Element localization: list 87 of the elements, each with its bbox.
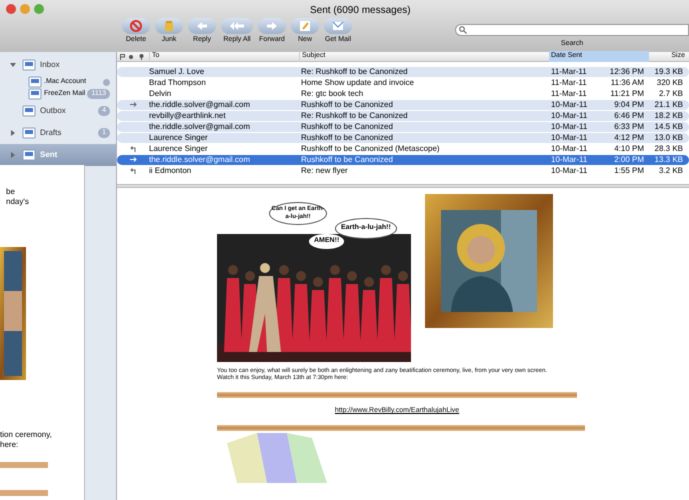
- date-cell-text: 11-Mar-11: [550, 76, 588, 89]
- time-cell-text: 9:04 PM: [613, 98, 644, 111]
- junk-bag-icon: [163, 20, 175, 32]
- time-cell-text: 2:00 PM: [613, 154, 644, 166]
- subject-cell-text: Home Show update and invoice: [300, 76, 415, 89]
- time-cell-text: 6:33 PM: [613, 120, 644, 133]
- size-cell-text: 21.1 KB: [654, 98, 684, 111]
- disclosure-triangle-icon[interactable]: [10, 62, 16, 68]
- search-field[interactable]: [455, 24, 689, 36]
- folder-icon: [22, 148, 36, 162]
- pencil-note-icon: [299, 20, 311, 32]
- size-cell-text: 18.2 KB: [654, 110, 684, 122]
- window-title: Sent (6090 messages): [310, 4, 411, 18]
- subject-cell-text: Re: new flyer: [300, 164, 349, 177]
- message-row[interactable]: Laurence Singer Rushkoff to be Canonized 10-Mar-11 4:12 PM 13.0 KB: [117, 132, 689, 143]
- time-cell-text: 11:21 PM: [609, 88, 644, 100]
- subject-cell-text: Re: Rushkoff to be Canonized: [300, 110, 409, 122]
- close-button[interactable]: [6, 4, 16, 14]
- time-cell-text: 4:10 PM: [613, 142, 644, 155]
- flag-icon[interactable]: [120, 54, 125, 60]
- window-text: be nday's: [5, 186, 30, 207]
- search-icon: [459, 26, 467, 34]
- recipient-cell-text: Samuel J. Love: [149, 66, 206, 78]
- window-text: tion ceremony, here:: [0, 430, 53, 450]
- recipient-cell-text: Delvin: [149, 88, 172, 100]
- message-row[interactable]: Samuel J. Love Re: Rushkoff to be Canonized 11-Mar-11 12:36 PM 19.3 KB: [117, 66, 689, 77]
- subject-cell-text: Rushkoff to be Canonized: [300, 154, 394, 166]
- message-row[interactable]: ii Edmonton Re: new flyer 10-Mar-11 1:55 PM 3.2 KB: [117, 166, 689, 176]
- size-cell-text: 2.7 KB: [658, 88, 684, 100]
- disclosure-triangle-icon[interactable]: [10, 130, 16, 136]
- date-cell-text: 10-Mar-11: [550, 110, 588, 122]
- folder-icon: [22, 104, 36, 118]
- size-cell-text: 13.0 KB: [654, 132, 684, 144]
- disclosure-triangle-icon[interactable]: [10, 152, 16, 158]
- subject-cell-text: Rushkoff to be Canonized: [300, 120, 394, 133]
- message-row[interactable]: Brad Thompson Home Show update and invoice 11-Mar-11 11:36 AM 320 KB: [117, 78, 689, 88]
- size-cell-text: 19.3 KB: [654, 66, 684, 78]
- left-arrow-icon: [196, 21, 208, 31]
- date-cell-text: 10-Mar-11: [550, 120, 588, 133]
- folder-icon: [22, 58, 36, 72]
- folder-icon: [28, 75, 42, 89]
- subject-cell-text: Re: Rushkoff to be Canonized: [300, 66, 409, 78]
- size-cell-text: 13.3 KB: [654, 154, 684, 166]
- folder-icon: [22, 126, 36, 140]
- time-cell-text: 4:12 PM: [613, 132, 644, 144]
- time-cell-text: 11:36 AM: [610, 76, 644, 89]
- date-cell-text: 10-Mar-11: [550, 132, 588, 144]
- message-row[interactable]: Delvin Re: gtc book tech 11-Mar-11 11:21 PM 2.7 KB: [117, 88, 689, 99]
- message-row[interactable]: revbilly@earthlink.net Re: Rushkoff to be Canonized 10-Mar-11 6:46 PM 18.2 KB: [117, 110, 689, 121]
- subject-cell-text: Rushkoff to be Canonized: [300, 132, 394, 144]
- date-cell-text: 10-Mar-11: [550, 98, 588, 111]
- subject-cell-text: Re: gtc book tech: [300, 88, 364, 100]
- message-row[interactable]: the.riddle.solver@gmail.com Rushkoff to be Canonized 10-Mar-11 2:00 PM 13.3 KB: [117, 154, 689, 165]
- date-cell-text: 11-Mar-11: [550, 88, 588, 100]
- time-cell-text: 6:46 PM: [613, 110, 644, 122]
- folder-icon: [28, 87, 42, 101]
- date-cell-text: 11-Mar-11: [550, 66, 588, 78]
- size-cell-text: 320 KB: [656, 76, 684, 89]
- no-entry-icon: [130, 20, 142, 32]
- recipient-cell-text: Laurence Singer: [149, 142, 209, 155]
- date-cell-text: 10-Mar-11: [550, 154, 588, 166]
- message-row[interactable]: the.riddle.solver@gmail.com Rushkoff to be Canonized 10-Mar-11 9:04 PM 21.1 KB: [117, 100, 689, 110]
- size-cell-text: 3.2 KB: [658, 164, 684, 177]
- pin-icon[interactable]: [139, 54, 144, 60]
- message-row[interactable]: the.riddle.solver@gmail.com Rushkoff to be Canonized 10-Mar-11 6:33 PM 14.5 KB: [117, 122, 689, 132]
- double-left-arrow-icon: [229, 21, 245, 31]
- recipient-cell-text: Laurence Singer: [149, 132, 209, 144]
- size-cell-text: 28.3 KB: [654, 142, 684, 155]
- sidebar-item[interactable]: Inbox: [0, 54, 116, 76]
- date-cell-text: 10-Mar-11: [550, 164, 588, 177]
- date-cell-text: 10-Mar-11: [550, 142, 588, 155]
- recipient-cell-text: the.riddle.solver@gmail.com: [149, 120, 252, 133]
- recipient-cell-text: the.riddle.solver@gmail.com: [149, 98, 252, 111]
- size-cell-text: 14.5 KB: [654, 120, 684, 133]
- time-cell-text: 1:55 PM: [613, 164, 644, 177]
- recipient-cell-text: ii Edmonton: [149, 164, 192, 177]
- recipient-cell-text: the.riddle.solver@gmail.com: [149, 154, 252, 166]
- message-row[interactable]: Laurence Singer Rushkoff to be Canonized (Metascope) 10-Mar-11 4:10 PM 28.3 KB: [117, 144, 689, 154]
- recipient-cell-text: revbilly@earthlink.net: [149, 110, 227, 122]
- subject-cell-text: Rushkoff to be Canonized (Metascope): [300, 142, 441, 155]
- right-arrow-icon: [266, 21, 278, 31]
- status-icon: [103, 78, 110, 86]
- envelope-icon: [332, 20, 344, 32]
- subject-cell-text: Rushkoff to be Canonized: [300, 98, 394, 111]
- time-cell-text: 12:36 PM: [608, 66, 644, 78]
- dot-icon[interactable]: [129, 54, 133, 58]
- recipient-cell-text: Brad Thompson: [149, 76, 207, 89]
